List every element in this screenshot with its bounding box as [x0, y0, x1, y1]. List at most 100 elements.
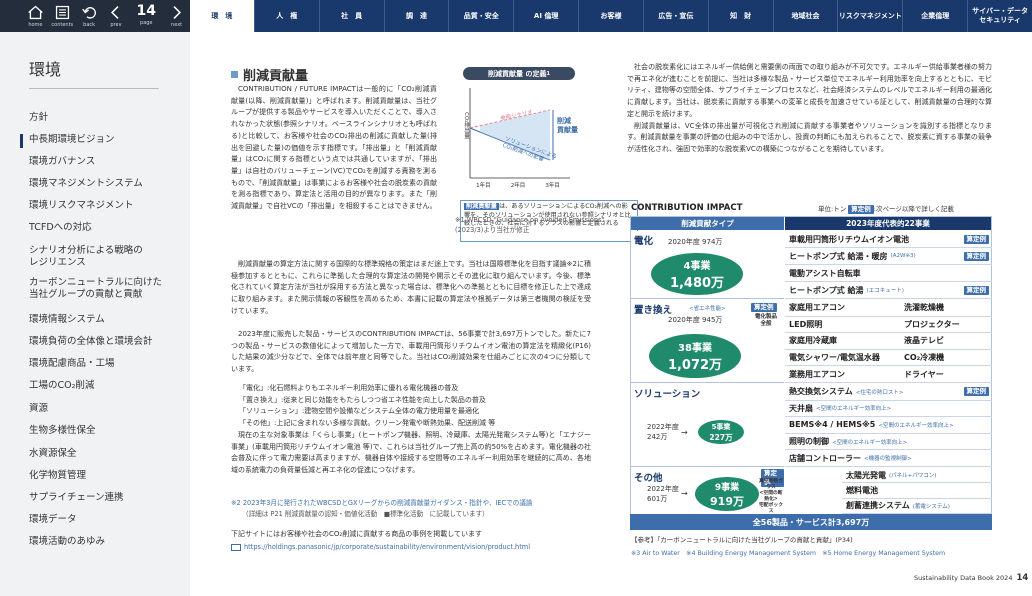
home-icon: [28, 5, 43, 20]
tab-human-rights[interactable]: 人 権: [253, 0, 319, 32]
tab-environment[interactable]: 環 境: [190, 0, 254, 32]
tab-ip[interactable]: 知 財: [707, 0, 773, 32]
product-url[interactable]: https://holdings.panasonic/jp/corporate/…: [244, 543, 530, 553]
table-cell: BEMS※4 / HEMS※5 <空間のエネルギー効率向上>: [785, 417, 992, 434]
sidebar-item[interactable]: 環境負荷の全体像と環境会計: [29, 336, 153, 348]
sidebar-item[interactable]: 環境ガバナンス: [29, 156, 95, 168]
right-paragraph-2: 削減貢献量は、VC全体の排出量が可視化され削減に貢献する事業者やソリューションを…: [627, 121, 992, 153]
sidebar-item[interactable]: 環境活動のあゆみ: [29, 536, 105, 548]
sidebar-item[interactable]: カーボンニュートラルに向けた 当社グループの貢献と貢献: [29, 277, 162, 301]
tab-employees[interactable]: 社 員: [318, 0, 384, 32]
tab-quality-safety[interactable]: 品質・安全: [448, 0, 513, 32]
arrow-icon: →: [681, 489, 688, 498]
product-link[interactable]: https://holdings.panasonic/jp/corporate/…: [231, 543, 530, 553]
list-item: 「その他」:上記に含まれない多様な貢献。クリーン発電や断熱効果、配送削減 等: [239, 419, 496, 428]
tab-procurement[interactable]: 調 達: [383, 0, 449, 32]
category-replacement: 置き換え <省エネ性能> 算定例 電化製品 全般 2020年度 945万 38事…: [631, 300, 784, 383]
table-cell: 液晶テレビ: [900, 333, 992, 350]
home-button[interactable]: home: [22, 0, 49, 32]
table-cell: CO₂冷凍機: [900, 350, 992, 367]
contents-icon: [55, 5, 69, 20]
table-cell: 天井扇 <空間のエネルギー効率向上>: [785, 401, 992, 418]
sidebar-item[interactable]: TCFDへの対応: [29, 222, 92, 234]
right-column-text: 社会の脱炭素化にはエネルギー供給側と需要側の両面での取り組みが不可欠です。エネル…: [627, 62, 992, 156]
prev-button[interactable]: prev: [103, 0, 130, 32]
sidebar-item[interactable]: 方針: [29, 112, 48, 124]
table-footnotes: ※3 Air to Water ※4 Building Energy Manag…: [631, 550, 946, 557]
table-cell: 照明の制御 <空間のエネルギー効率向上>: [785, 434, 992, 451]
list-item: 「電化」:化石燃料よりもエネルギー利用効率に優れる電化機器の普及: [239, 384, 459, 392]
sidebar-item[interactable]: 中長期環境ビジョン: [29, 134, 115, 146]
sidebar: 環境 方針中長期環境ビジョン 環境ガバナンス環境マネジメントシステム 環境リスクマネ…: [0, 32, 190, 596]
table-cell: 家庭用冷蔵庫: [785, 333, 900, 350]
tab-risk-management[interactable]: リスクマネジメント: [837, 0, 902, 32]
next-button[interactable]: next: [163, 0, 190, 32]
category-other: その他 2022年度 601万 → 9事業 919万 算定例 真空断熱ガラス <…: [631, 468, 784, 526]
definition-ylabel: CO₂排出量: [463, 112, 469, 139]
back-button[interactable]: back: [76, 0, 103, 32]
table-cell: 洗濯乾燥機: [900, 300, 992, 317]
footnote-2-detail: （詳細は P21 削減貢献量の認知・価値化活動 ■標準化活動 に記載しています）: [242, 510, 489, 518]
next-label: next: [171, 22, 183, 28]
page-indicator: 14 page: [129, 0, 163, 32]
arrow-icon: →: [681, 428, 688, 437]
table-total: 全56製品・サービス計3,697万: [630, 514, 992, 530]
active-item-marker: [20, 134, 23, 148]
sidebar-item[interactable]: シナリオ分析による戦略の レジリエンス: [29, 245, 143, 269]
top-nav-bar: home contents back prev 14 page next 環 境…: [0, 0, 1032, 32]
tab-ai-ethics[interactable]: AI 倫理: [513, 0, 578, 32]
table-cell: 燃料電池: [842, 483, 992, 499]
sidebar-item[interactable]: 環境データ: [29, 514, 77, 526]
sidebar-item[interactable]: 環境情報システム: [29, 314, 105, 326]
sidebar-item[interactable]: 化学物質管理: [29, 470, 86, 482]
right-paragraph-1: 社会の脱炭素化にはエネルギー供給側と需要側の両面での取り組みが不可欠です。エネル…: [627, 63, 992, 118]
definition-x-ticks: 1年目 2年目 3年目: [476, 183, 560, 189]
paragraph-3: 2023年度に販売した製品・サービスのCONTRIBUTION IMPACTは、…: [231, 330, 591, 374]
electrification-total: 4事業 1,480万: [651, 253, 743, 295]
tab-customers[interactable]: お客様: [578, 0, 643, 32]
footnote-2: ※2 2023年3月に発行されたWBCSDとGXリーグからの削減貢献量ガイダンス…: [231, 499, 533, 507]
sidebar-item[interactable]: 環境リスクマネジメント: [29, 200, 134, 212]
contents-button[interactable]: contents: [49, 0, 76, 32]
chevron-right-icon: [173, 6, 182, 19]
contribution-table: 削減貢献タイプ 2023年度代表的22事業 電化 2020年度 974万 4事業…: [630, 216, 992, 530]
table-cell: 創蓄連携システム (蓄電システム): [842, 499, 992, 514]
tab-corporate-ethics[interactable]: 企業倫理: [902, 0, 967, 32]
table-cell: ヒートポンプ式 給湯 (エコキュート) 算定例: [785, 282, 992, 299]
col-header-businesses: 2023年度代表的22事業: [785, 217, 991, 230]
reduction-amount-label: 削減 貢献量: [557, 117, 578, 134]
section-heading: 削減貢献量: [231, 65, 308, 84]
list-item: 「ソリューション」:建物空間や設備などシステム全体の電力使用量を最適化: [239, 407, 480, 416]
tab-community[interactable]: 地域社会: [772, 0, 838, 32]
link-lead: 下記サイトにはお客様や社会のCO₂削減に貢献する商品の事例を掲載しています: [231, 530, 482, 538]
paragraph-2: 削減貢献量の算定方法に関する国際的な標準規格の策定はまだ途上です。当社は国際標準…: [231, 260, 591, 315]
definition-diagram: 削減貢献量 の定義 1 CO₂排出量 参照シナリオ ソリューションによる CO₂削…: [460, 67, 638, 242]
back-icon: [81, 7, 96, 19]
sidebar-item[interactable]: 資源: [29, 403, 48, 415]
back-label: back: [83, 22, 96, 28]
tab-cyber-security[interactable]: サイバー・データ セキュリティ: [967, 0, 1032, 32]
table-cell: 熱交換気システム <住宅の熱口スト> 算定例: [785, 384, 992, 401]
sidebar-divider: [29, 88, 159, 89]
sidebar-item[interactable]: 生物多様性保全: [29, 425, 96, 437]
page-number: 14: [136, 3, 157, 19]
sidebar-item[interactable]: 環境マネジメントシステム: [29, 178, 143, 190]
category-solution: ソリューション 2022年度 242万 → 5事業 227万: [631, 384, 784, 467]
sidebar-item[interactable]: サプライチェーン連携: [29, 492, 124, 504]
category-electrification: 電化 2020年度 974万 4事業 1,480万: [631, 231, 784, 299]
table-title: CONTRIBUTION IMPACT: [631, 203, 743, 213]
sidebar-item[interactable]: 環境配慮商品・工場: [29, 358, 115, 370]
table-cell: プロジェクター: [900, 317, 992, 334]
category-tabs: 環 境 人 権 社 員 調 達 品質・安全 AI 倫理 お客様 広告・宣伝 知 …: [190, 0, 1032, 32]
web-icon: [231, 544, 241, 552]
tab-advertising[interactable]: 広告・宣伝: [642, 0, 708, 32]
heading-square-icon: [231, 71, 238, 78]
replacement-total: 38事業 1,072万: [649, 334, 741, 378]
sidebar-item[interactable]: 工場のCO₂削減: [29, 380, 94, 392]
col-header-type: 削減貢献タイプ: [631, 217, 784, 230]
paragraph-1: CONTRIBUTION / FUTURE IMPACTは一般的に「CO₂削減貢…: [231, 85, 438, 211]
sidebar-title: 環境: [29, 60, 62, 79]
table-cell: LED照明: [785, 317, 900, 334]
chevron-left-icon: [111, 6, 120, 19]
sidebar-item[interactable]: 水資源保全: [29, 448, 77, 460]
